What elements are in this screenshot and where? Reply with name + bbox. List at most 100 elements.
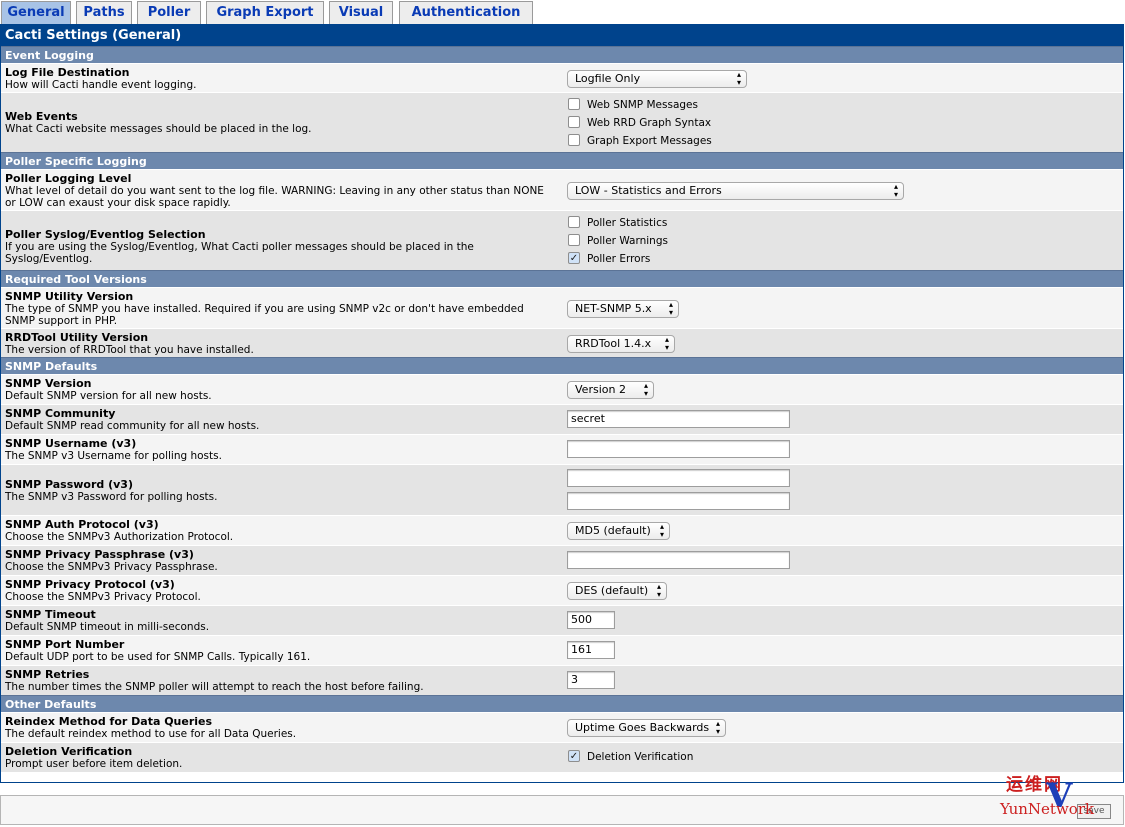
row-description: Default UDP port to be used for SNMP Cal… — [5, 651, 311, 663]
row-snmp-privacy-protocol: SNMP Privacy Protocol (v3) Choose the SN… — [1, 575, 1123, 605]
row-title: SNMP Community — [5, 407, 116, 420]
row-title: SNMP Privacy Protocol (v3) — [5, 578, 175, 591]
select-arrows-icon: ▴ ▾ — [659, 522, 664, 539]
tab-visual[interactable]: Visual — [329, 1, 393, 24]
row-description: The type of SNMP you have installed. Req… — [5, 303, 524, 327]
row-description: What Cacti website messages should be pl… — [5, 123, 312, 135]
select-arrows-icon: ▴ ▾ — [668, 300, 673, 317]
row-description: Prompt user before item deletion. — [5, 758, 183, 770]
save-button[interactable]: save — [1077, 804, 1111, 819]
rrdtool-version-select[interactable]: RRDTool 1.4.x ▴ ▾ — [567, 335, 675, 353]
row-snmp-utility-version: SNMP Utility Version The type of SNMP yo… — [1, 287, 1123, 328]
checkbox-icon[interactable] — [568, 134, 580, 146]
row-title: SNMP Version — [5, 377, 92, 390]
snmp-privacy-passphrase-input[interactable] — [567, 551, 790, 569]
tab-general[interactable]: General — [1, 1, 71, 24]
checkbox-icon[interactable] — [568, 234, 580, 246]
tab-paths[interactable]: Paths — [76, 1, 132, 24]
row-title: SNMP Utility Version — [5, 290, 134, 303]
section-event-logging: Event Logging — [1, 46, 1123, 63]
row-title: SNMP Password (v3) — [5, 478, 133, 491]
row-description: The SNMP v3 Password for polling hosts. — [5, 491, 218, 503]
snmp-username-input[interactable] — [567, 440, 790, 458]
row-deletion-verification: Deletion Verification Prompt user before… — [1, 742, 1123, 772]
row-description: The SNMP v3 Username for polling hosts. — [5, 450, 222, 462]
snmp-privacy-protocol-select[interactable]: DES (default) ▴ ▾ — [567, 582, 667, 600]
checkbox-icon[interactable] — [568, 216, 580, 228]
row-snmp-username: SNMP Username (v3) The SNMP v3 Username … — [1, 434, 1123, 464]
action-bar — [0, 795, 1124, 825]
row-snmp-password: SNMP Password (v3) The SNMP v3 Password … — [1, 464, 1123, 515]
tab-graph-export[interactable]: Graph Export — [206, 1, 324, 24]
row-title: RRDTool Utility Version — [5, 331, 149, 344]
log-file-destination-select[interactable]: Logfile Only ▴ ▾ — [567, 70, 747, 88]
row-title: Deletion Verification — [5, 745, 133, 758]
checkmark-icon[interactable]: ✓ — [568, 750, 580, 762]
snmp-utility-version-select[interactable]: NET-SNMP 5.x ▴ ▾ — [567, 300, 679, 318]
row-rrdtool-version: RRDTool Utility Version The version of R… — [1, 328, 1123, 357]
row-title: SNMP Privacy Passphrase (v3) — [5, 548, 194, 561]
checkbox-icon[interactable] — [568, 116, 580, 128]
select-arrows-icon: ▴ ▾ — [893, 182, 898, 199]
row-snmp-auth-protocol: SNMP Auth Protocol (v3) Choose the SNMPv… — [1, 515, 1123, 545]
row-title: SNMP Username (v3) — [5, 437, 137, 450]
tab-bar: General Paths Poller Graph Export Visual… — [0, 0, 1125, 24]
row-title: SNMP Retries — [5, 668, 90, 681]
snmp-timeout-input[interactable]: 500 — [567, 611, 615, 629]
settings-panel: Cacti Settings (General) Event Logging L… — [0, 24, 1124, 783]
row-title: Log File Destination — [5, 66, 130, 79]
checkbox-web-snmp-messages[interactable]: Web SNMP Messages — [568, 98, 698, 112]
snmp-port-input[interactable]: 161 — [567, 641, 615, 659]
checkbox-icon[interactable] — [568, 98, 580, 110]
checkbox-poller-statistics[interactable]: Poller Statistics — [568, 216, 667, 230]
checkbox-poller-warnings[interactable]: Poller Warnings — [568, 234, 668, 248]
row-snmp-port: SNMP Port Number Default UDP port to be … — [1, 635, 1123, 665]
snmp-community-input[interactable]: secret — [567, 410, 790, 428]
row-title: SNMP Timeout — [5, 608, 96, 621]
checkmark-icon[interactable]: ✓ — [568, 252, 580, 264]
snmp-retries-input[interactable]: 3 — [567, 671, 615, 689]
row-snmp-retries: SNMP Retries The number times the SNMP p… — [1, 665, 1123, 695]
row-description: Choose the SNMPv3 Authorization Protocol… — [5, 531, 234, 543]
row-title: SNMP Auth Protocol (v3) — [5, 518, 159, 531]
select-arrows-icon: ▴ ▾ — [656, 582, 661, 599]
tab-authentication[interactable]: Authentication — [399, 1, 533, 24]
select-arrows-icon: ▴ ▾ — [643, 381, 648, 398]
panel-title: Cacti Settings (General) — [1, 25, 1123, 46]
tab-poller[interactable]: Poller — [137, 1, 201, 24]
row-snmp-community: SNMP Community Default SNMP read communi… — [1, 404, 1123, 434]
row-log-file-destination: Log File Destination How will Cacti hand… — [1, 63, 1123, 92]
checkbox-deletion-verification[interactable]: ✓ Deletion Verification — [568, 750, 693, 764]
row-snmp-privacy-passphrase: SNMP Privacy Passphrase (v3) Choose the … — [1, 545, 1123, 575]
row-title: Web Events — [5, 110, 78, 123]
section-poller-logging: Poller Specific Logging — [1, 152, 1123, 169]
row-title: SNMP Port Number — [5, 638, 125, 651]
row-poller-syslog: Poller Syslog/Eventlog Selection If you … — [1, 210, 1123, 270]
section-snmp-defaults: SNMP Defaults — [1, 357, 1123, 374]
row-description: Choose the SNMPv3 Privacy Passphrase. — [5, 561, 218, 573]
snmp-password-input[interactable] — [567, 469, 790, 487]
select-arrows-icon: ▴ ▾ — [736, 70, 741, 87]
select-arrows-icon: ▴ ▾ — [715, 719, 720, 736]
snmp-password-confirm-input[interactable] — [567, 492, 790, 510]
reindex-method-select[interactable]: Uptime Goes Backwards ▴ ▾ — [567, 719, 726, 737]
row-description: The version of RRDTool that you have ins… — [5, 344, 254, 356]
row-snmp-timeout: SNMP Timeout Default SNMP timeout in mil… — [1, 605, 1123, 635]
row-description: The number times the SNMP poller will at… — [5, 681, 424, 693]
select-arrows-icon: ▴ ▾ — [664, 335, 669, 352]
row-reindex-method: Reindex Method for Data Queries The defa… — [1, 712, 1123, 742]
row-poller-logging-level: Poller Logging Level What level of detai… — [1, 169, 1123, 210]
checkbox-web-rrd-graph-syntax[interactable]: Web RRD Graph Syntax — [568, 116, 711, 130]
row-description: What level of detail do you want sent to… — [5, 185, 544, 209]
snmp-auth-protocol-select[interactable]: MD5 (default) ▴ ▾ — [567, 522, 670, 540]
poller-logging-level-select[interactable]: LOW - Statistics and Errors ▴ ▾ — [567, 182, 904, 200]
checkbox-graph-export-messages[interactable]: Graph Export Messages — [568, 134, 712, 148]
snmp-version-select[interactable]: Version 2 ▴ ▾ — [567, 381, 654, 399]
row-description: If you are using the Syslog/Eventlog, Wh… — [5, 241, 474, 265]
row-web-events: Web Events What Cacti website messages s… — [1, 92, 1123, 152]
section-tool-versions: Required Tool Versions — [1, 270, 1123, 287]
row-description: Default SNMP version for all new hosts. — [5, 390, 212, 402]
checkbox-poller-errors[interactable]: ✓ Poller Errors — [568, 252, 650, 266]
row-title: Reindex Method for Data Queries — [5, 715, 213, 728]
row-title: Poller Logging Level — [5, 172, 132, 185]
